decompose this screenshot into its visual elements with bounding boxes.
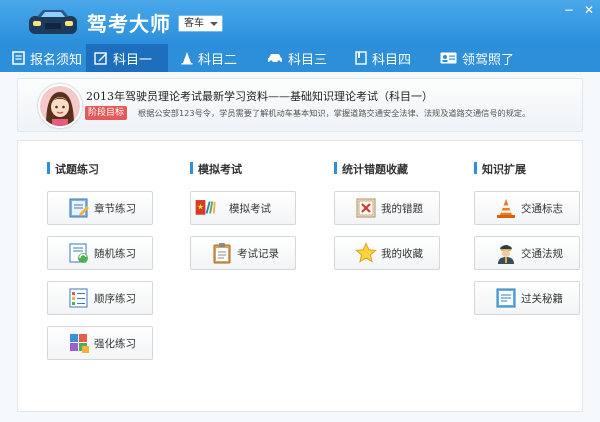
title-bar: 驾考大师 客车 − ✕ [0,0,600,44]
chapter-notebook-icon [68,197,90,219]
mock-exam-button[interactable]: 模拟考试 [190,191,296,225]
my-mistakes-button[interactable]: 我的错题 [334,191,440,225]
button-label: 章节练习 [94,202,136,215]
nav-tab-label: 科目四 [372,52,412,68]
wrong-x-icon [355,197,377,219]
traffic-signs-button[interactable]: 交通标志 [474,191,580,225]
button-label: 交通标志 [521,202,563,215]
sequence-practice-button[interactable]: 顺序练习 [47,281,153,315]
reinforce-practice-button[interactable]: 强化练习 [47,326,153,360]
police-officer-icon [495,242,517,264]
main-panel: 试题练习 章节练习 随机练习 顺序练习 强化练习 模拟考试 模拟考试 考试记录 … [17,140,583,412]
button-label: 交通法规 [521,247,563,260]
reinforce-blocks-icon [68,332,90,354]
nav-tab-subject-two[interactable]: 科目二 [181,44,237,72]
nav-tab-subject-four[interactable]: 科目四 [355,44,411,72]
chevron-down-icon [210,22,218,26]
stage-goal-badge: 阶段目标 [85,106,128,120]
nav-tab-label: 领驾照了 [462,52,515,68]
edit-pencil-icon [94,52,107,65]
nav-tab-subject-one[interactable]: 科目一 [86,44,168,72]
traffic-laws-button[interactable]: 交通法规 [474,236,580,270]
button-label: 顺序练习 [94,292,136,305]
button-label: 考试记录 [237,247,279,260]
my-favorites-button[interactable]: 我的收藏 [334,236,440,270]
avatar [38,84,82,128]
minimize-icon[interactable]: − [564,4,574,16]
nav-tab-label: 科目三 [288,52,328,68]
car-icon [268,54,282,64]
certificate-icon [495,287,517,309]
button-label: 过关秘籍 [521,292,563,305]
nav-tab-label: 报名须知 [30,52,83,68]
book-icon [355,51,367,65]
instructor-avatar-icon [40,86,80,126]
nav-tab-label: 科目二 [198,52,238,68]
window-controls: − ✕ [564,4,594,16]
traffic-cone-icon [181,52,193,65]
exam-records-button[interactable]: 考试记录 [190,236,296,270]
document-icon [12,51,25,65]
main-nav: 报名须知 科目一 科目二 科目三 科目四 领驾照了 [0,44,600,72]
random-practice-button[interactable]: 随机练习 [47,236,153,270]
sequence-list-icon [68,287,90,309]
button-label: 我的收藏 [381,247,423,260]
star-icon [355,242,377,264]
section-title-errors: 统计错题收藏 [334,161,408,177]
id-card-icon [440,52,457,64]
car-logo-icon [29,10,77,34]
pass-tips-button[interactable]: 过关秘籍 [474,281,580,315]
button-label: 强化练习 [94,337,136,350]
banner-title: 2013年驾驶员理论考试最新学习资料——基础知识理论考试（科目一） [86,90,433,103]
section-title-practice: 试题练习 [47,161,99,177]
chapter-practice-button[interactable]: 章节练习 [47,191,153,225]
info-banner: 2013年驾驶员理论考试最新学习资料——基础知识理论考试（科目一） 阶段目标 根… [17,78,583,132]
banner-description: 根据公安部123号令，学员需要了解机动车基本知识，掌握道路交通安全法律、法规及道… [138,108,531,118]
clipboard-icon [211,242,233,264]
flag-pencil-icon [195,197,217,219]
section-title-mock: 模拟考试 [190,161,242,177]
vehicle-type-value: 客车 [184,18,204,29]
section-title-knowledge: 知识扩展 [474,161,526,177]
close-icon[interactable]: ✕ [584,4,594,16]
traffic-cone-icon [495,197,517,219]
button-label: 随机练习 [94,247,136,260]
random-shuffle-icon [68,242,90,264]
nav-tab-registration[interactable]: 报名须知 [12,44,82,72]
nav-tab-subject-three[interactable]: 科目三 [267,44,327,72]
nav-tab-get-license[interactable]: 领驾照了 [440,44,514,72]
vehicle-type-select[interactable]: 客车 [178,15,223,32]
button-label: 模拟考试 [229,202,271,215]
button-label: 我的错题 [381,202,423,215]
nav-tab-label: 科目一 [113,52,153,68]
app-title: 驾考大师 [87,12,171,36]
